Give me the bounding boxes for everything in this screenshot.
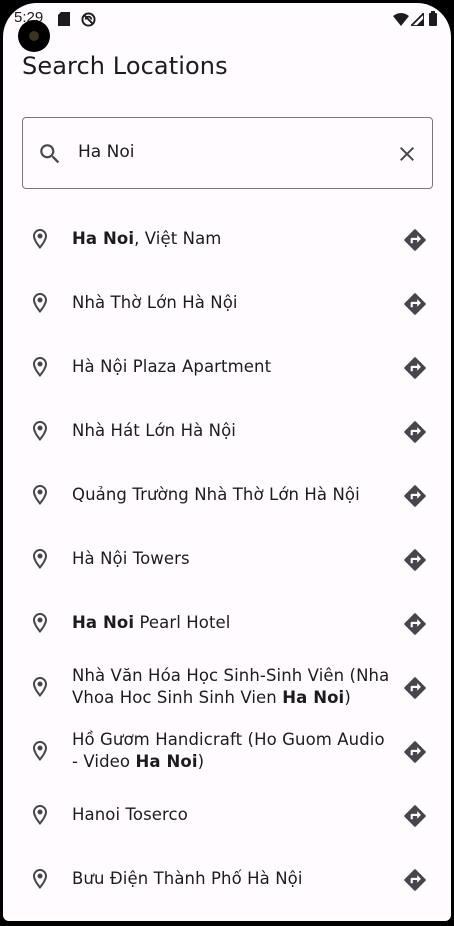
result-label: Nhà Văn Hóa Học Sinh-Sinh Viên (Nha Vhoa…	[72, 665, 392, 709]
close-icon[interactable]	[395, 142, 419, 166]
result-label: Quảng Trường Nhà Thờ Lớn Hà Nội	[72, 484, 392, 506]
result-label-text: , Việt Nam	[134, 229, 222, 248]
result-label: Nhà Hát Lớn Hà Nội	[72, 420, 392, 442]
location-pin-icon	[33, 805, 47, 825]
directions-icon[interactable]	[402, 867, 428, 893]
location-pin-icon	[33, 357, 47, 377]
result-item[interactable]: Ha Noi Pearl Hotel	[3, 591, 451, 655]
result-label-match: Ha Noi	[72, 613, 135, 632]
sd-card-icon	[58, 12, 70, 26]
location-pin-icon	[33, 741, 47, 761]
result-label-text: Hà Nội Towers	[72, 549, 190, 568]
result-label-text: Pearl Hotel	[134, 613, 231, 632]
result-label-text: )	[197, 752, 205, 771]
location-pin-icon	[33, 869, 47, 889]
directions-icon[interactable]	[402, 419, 428, 445]
result-label-match: Ha Noi	[282, 688, 345, 707]
result-item[interactable]: Hà Nội Plaza Apartment	[3, 335, 451, 399]
result-label: Ha Noi Pearl Hotel	[72, 612, 392, 634]
wifi-icon	[393, 13, 409, 26]
search-icon	[40, 144, 60, 164]
location-pin-icon	[33, 677, 47, 697]
location-pin-icon	[33, 229, 47, 249]
location-pin-icon	[33, 549, 47, 569]
directions-icon[interactable]	[402, 611, 428, 637]
cell-signal-icon	[411, 13, 424, 26]
result-label-text: Nhà Hát Lớn Hà Nội	[72, 421, 236, 440]
search-input[interactable]: Ha Noi	[78, 142, 134, 162]
front-camera	[18, 20, 50, 52]
result-label-match: Ha Noi	[135, 752, 198, 771]
location-pin-icon	[33, 421, 47, 441]
location-pin-icon	[33, 293, 47, 313]
result-label: Bưu Điện Thành Phố Hà Nội	[72, 868, 392, 890]
page-title: Search Locations	[22, 52, 228, 80]
directions-icon[interactable]	[402, 739, 428, 765]
result-label-text: Quảng Trường Nhà Thờ Lớn Hà Nội	[72, 485, 360, 504]
result-item[interactable]: Nhà Thờ Lớn Hà Nội	[3, 271, 451, 335]
result-item[interactable]: Bưu Điện Thành Phố Hà Nội	[3, 847, 451, 911]
directions-icon[interactable]	[402, 227, 428, 253]
result-label-text: Bưu Điện Thành Phố Hà Nội	[72, 869, 303, 888]
directions-icon[interactable]	[402, 291, 428, 317]
result-label: Ha Noi, Việt Nam	[72, 228, 392, 250]
directions-icon[interactable]	[402, 675, 428, 701]
app-screen: 5:29 Search Locations Ha Noi Ha Noi, Việ…	[3, 3, 451, 921]
result-label-text: )	[344, 688, 351, 707]
result-label-text: Nhà Thờ Lớn Hà Nội	[72, 293, 238, 312]
result-label-text: Hanoi Toserco	[72, 805, 188, 824]
location-pin-icon	[33, 485, 47, 505]
search-field[interactable]: Ha Noi	[22, 117, 433, 189]
directions-icon[interactable]	[402, 355, 428, 381]
result-item[interactable]: Nhà Hát Lớn Hà Nội	[3, 399, 451, 463]
result-item[interactable]: Quảng Trường Nhà Thờ Lớn Hà Nội	[3, 463, 451, 527]
device-frame: 5:29 Search Locations Ha Noi Ha Noi, Việ…	[0, 0, 454, 926]
results-list: Ha Noi, Việt Nam Nhà Thờ Lớn Hà Nội Hà Nội…	[3, 207, 451, 911]
result-item[interactable]: Hanoi Toserco	[3, 783, 451, 847]
result-item[interactable]: Hà Nội Towers	[3, 527, 451, 591]
result-item[interactable]: Ha Noi, Việt Nam	[3, 207, 451, 271]
no-sync-icon	[81, 12, 96, 27]
result-label: Hà Nội Plaza Apartment	[72, 356, 392, 378]
result-label: Hanoi Toserco	[72, 804, 392, 826]
result-label: Nhà Thờ Lớn Hà Nội	[72, 292, 392, 314]
directions-icon[interactable]	[402, 803, 428, 829]
directions-icon[interactable]	[402, 483, 428, 509]
result-label: Hà Nội Towers	[72, 548, 392, 570]
result-label: Hồ Gươm Handicraft (Ho Guom Audio - Vide…	[72, 729, 392, 773]
result-label-text: Hà Nội Plaza Apartment	[72, 357, 272, 376]
result-label-prefix: Hồ Gươm Handicraft (Ho Guom Audio - Vide…	[72, 730, 385, 771]
status-bar: 5:29	[3, 3, 451, 35]
result-item[interactable]: Hồ Gươm Handicraft (Ho Guom Audio - Vide…	[3, 719, 451, 783]
result-item[interactable]: Nhà Văn Hóa Học Sinh-Sinh Viên (Nha Vhoa…	[3, 655, 451, 719]
battery-icon	[429, 11, 437, 26]
location-pin-icon	[33, 613, 47, 633]
directions-icon[interactable]	[402, 547, 428, 573]
result-label-match: Ha Noi	[72, 229, 135, 248]
